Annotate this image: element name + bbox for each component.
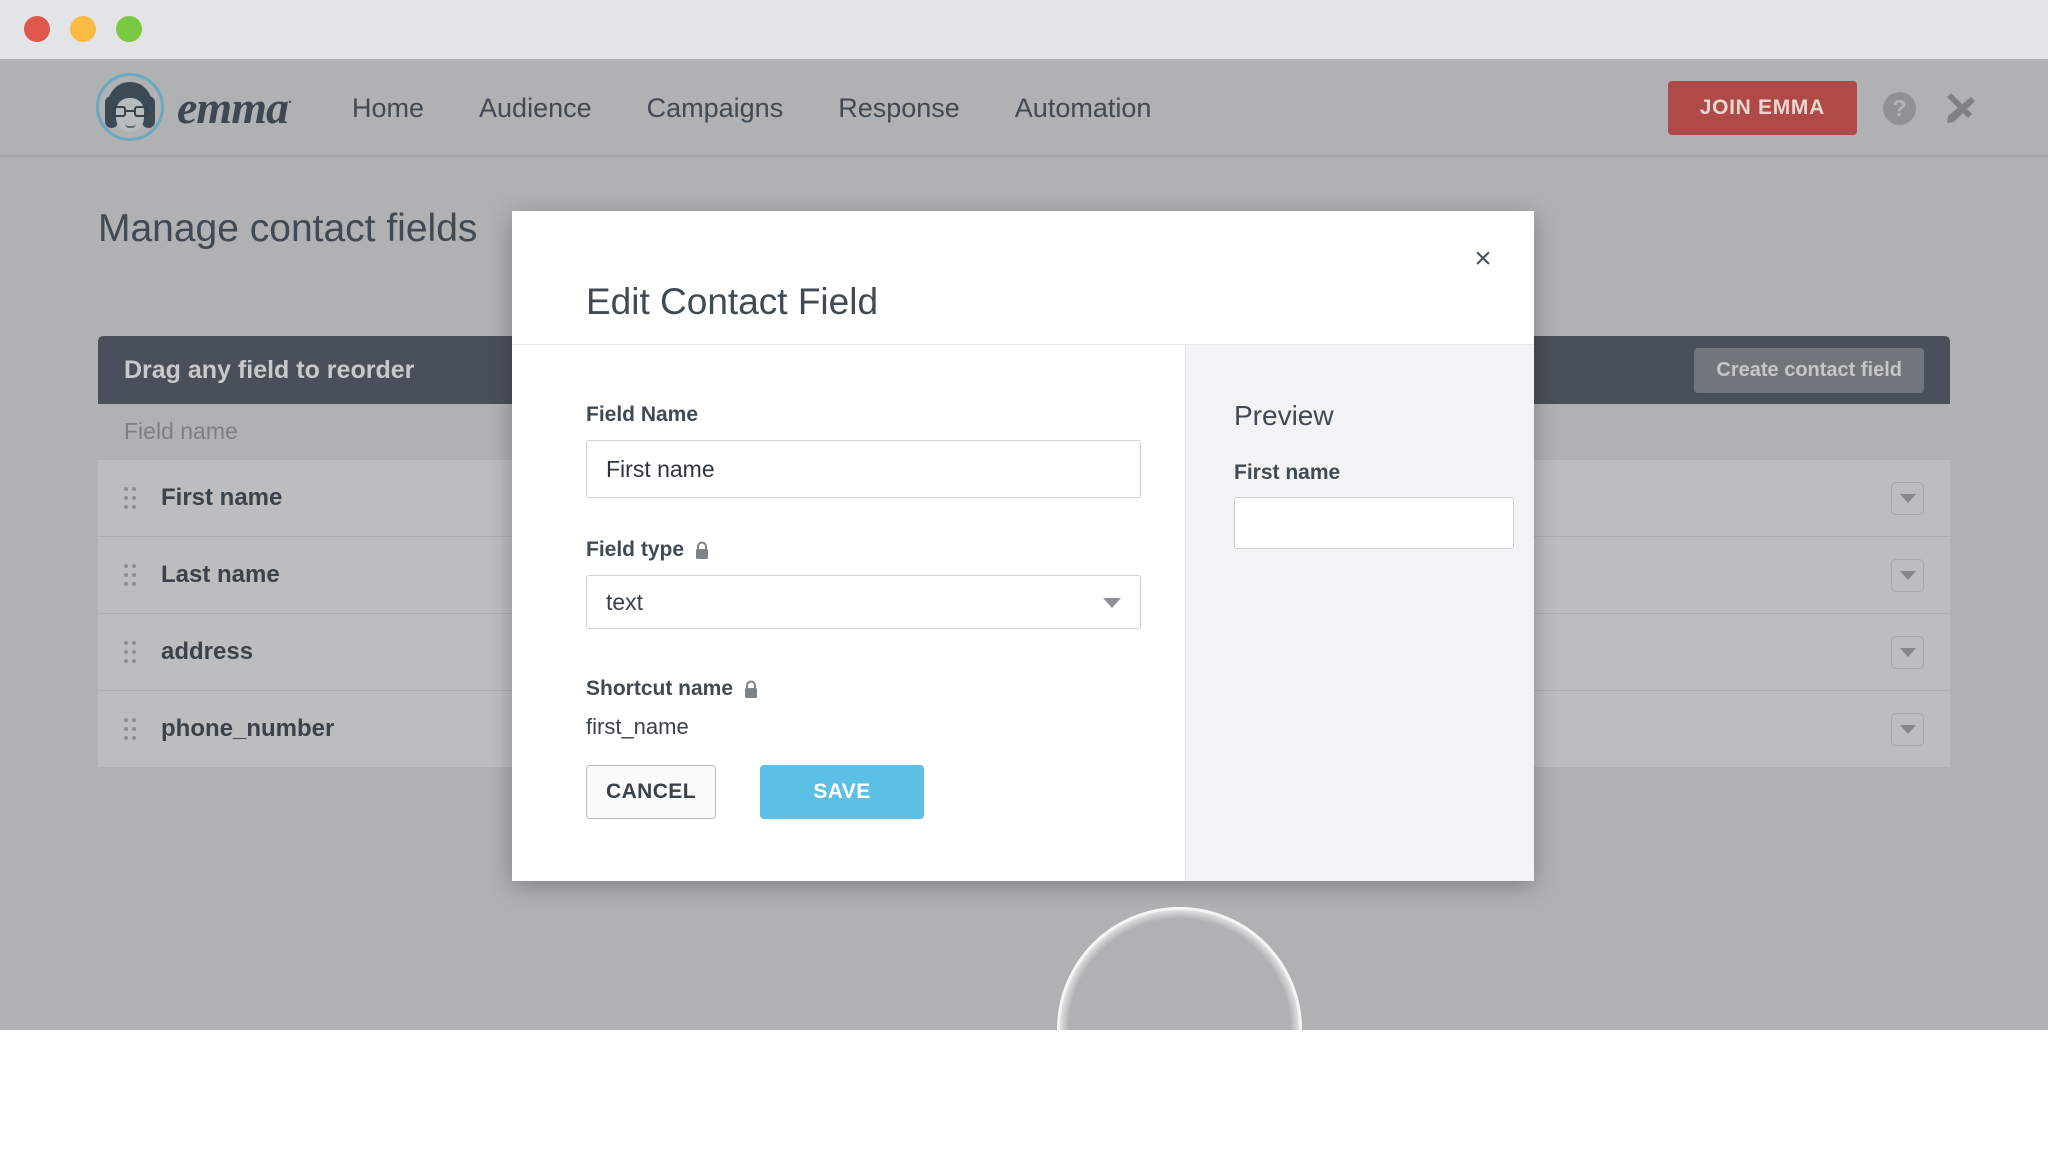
zoom-window-button[interactable] (116, 16, 142, 42)
preview-panel: Preview First name (1185, 345, 1534, 881)
primary-nav-links: Home Audience Campaigns Response Automat… (352, 59, 1151, 157)
dialog-actions: CANCEL SAVE (586, 765, 924, 819)
cancel-button[interactable]: CANCEL (586, 765, 716, 819)
dialog-header: Edit Contact Field × (512, 211, 1534, 345)
browser-chrome (0, 0, 2048, 59)
top-navigation-bar: emma· Home Audience Campaigns Response A… (0, 59, 2048, 157)
nav-actions: JOIN EMMA ? (1668, 59, 1976, 157)
nav-item-audience[interactable]: Audience (479, 93, 592, 124)
emma-wordmark-text: emma (177, 82, 288, 133)
drag-handle-icon[interactable] (124, 641, 137, 664)
preview-field-label: First name (1234, 461, 1534, 485)
close-window-button[interactable] (24, 16, 50, 42)
page-title: Manage contact fields (98, 207, 477, 251)
preview-field-input[interactable] (1234, 497, 1514, 549)
field-type-label-text: Field type (586, 538, 684, 562)
shortcut-name-label-text: Shortcut name (586, 677, 733, 701)
brand-logo[interactable]: emma· (96, 73, 291, 141)
drag-handle-icon[interactable] (124, 718, 137, 741)
dialog-title: Edit Contact Field (586, 281, 878, 323)
dialog-body: Field Name Field type text (512, 345, 1534, 881)
field-name-label-text: Field Name (586, 403, 698, 427)
join-emma-button[interactable]: JOIN EMMA (1668, 81, 1857, 135)
edit-field-form: Field Name Field type text (512, 345, 1185, 881)
help-icon[interactable]: ? (1883, 92, 1916, 125)
nav-item-home[interactable]: Home (352, 93, 424, 124)
nav-item-response[interactable]: Response (838, 93, 960, 124)
drag-handle-icon[interactable] (124, 487, 137, 510)
field-name-input[interactable] (586, 440, 1141, 498)
close-icon[interactable]: × (1464, 240, 1502, 278)
row-menu-chevron-down-icon[interactable] (1891, 713, 1924, 746)
row-menu-chevron-down-icon[interactable] (1891, 636, 1924, 669)
nav-item-automation[interactable]: Automation (1015, 93, 1152, 124)
field-type-label: Field type (586, 538, 1185, 562)
shortcut-name-value: first_name (586, 714, 1185, 740)
shortcut-name-label: Shortcut name (586, 677, 1185, 701)
tools-icon[interactable] (1942, 91, 1976, 125)
row-menu-chevron-down-icon[interactable] (1891, 482, 1924, 515)
save-button[interactable]: SAVE (760, 765, 924, 819)
window-controls (24, 16, 142, 42)
lock-icon (743, 680, 759, 699)
trademark-mark: · (288, 94, 291, 110)
field-name-label: Field Name (586, 403, 1185, 427)
field-type-control: text (586, 575, 1141, 629)
row-menu-chevron-down-icon[interactable] (1891, 559, 1924, 592)
card-header-title: Drag any field to reorder (124, 356, 414, 385)
edit-contact-field-dialog: Edit Contact Field × Field Name Field ty… (512, 211, 1534, 881)
create-contact-field-button[interactable]: Create contact field (1694, 348, 1924, 393)
field-type-select[interactable]: text (586, 575, 1141, 629)
column-header-field-name: Field name (124, 418, 238, 445)
emma-wordmark: emma· (177, 81, 291, 134)
shortcut-name-block: Shortcut name first_name (586, 677, 1185, 740)
lock-icon (694, 541, 710, 560)
drag-handle-icon[interactable] (124, 564, 137, 587)
emma-avatar-icon (96, 73, 164, 141)
minimize-window-button[interactable] (70, 16, 96, 42)
preview-heading: Preview (1234, 400, 1534, 432)
nav-item-campaigns[interactable]: Campaigns (647, 93, 784, 124)
